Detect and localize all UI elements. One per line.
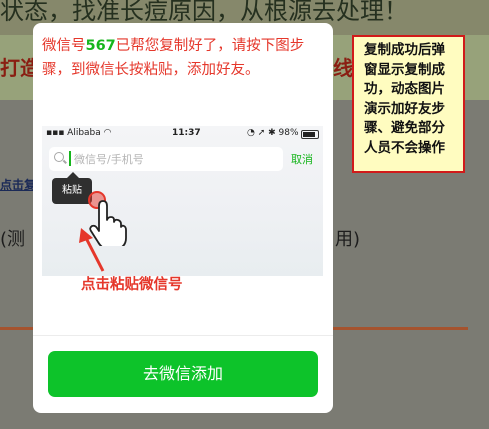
search-icon — [54, 152, 64, 162]
copy-success-modal: 微信号567已帮您复制好了，请按下图步骤，到微信长按粘贴，添加好友。 ▪▪▪ A… — [33, 23, 333, 413]
bg-text-right: 用) — [335, 229, 361, 250]
copy-success-message: 微信号567已帮您复制好了，请按下图步骤，到微信长按粘贴，添加好友。 — [42, 34, 324, 82]
text-cursor — [69, 151, 71, 166]
red-arrow-icon — [79, 228, 105, 272]
battery-icon — [301, 130, 319, 139]
bg-text-left: (测 — [0, 229, 26, 250]
search-placeholder: 微信号/手机号 — [74, 153, 144, 166]
modal-divider — [33, 335, 333, 336]
wechat-id: 567 — [85, 38, 116, 54]
paste-tooltip: 粘贴 — [52, 172, 92, 204]
bg-copy-link: 点击复 — [0, 178, 37, 192]
bg-banner-text-right: 线 — [333, 56, 353, 80]
clock-label: 11:37 — [172, 128, 201, 138]
message-prefix: 微信号 — [42, 38, 86, 54]
demo-search-bar: 微信号/手机号 — [49, 147, 283, 171]
demo-status-bar: ▪▪▪ Alibaba ◠ 11:37 ◔ ➚ ✱ 98% — [42, 126, 323, 142]
add-on-wechat-button[interactable]: 去微信添加 — [48, 351, 318, 397]
demo-cancel: 取消 — [291, 153, 313, 166]
carrier-label: ▪▪▪ Alibaba ◠ — [46, 128, 112, 138]
demo-caption: 点击粘贴微信号 — [81, 277, 183, 293]
annotation-note: 复制成功后弹窗显示复制成功，动态图片演示加好友步骤、避免部分人员不会操作 — [352, 35, 465, 173]
battery-label: ◔ ➚ ✱ 98% — [247, 128, 299, 138]
